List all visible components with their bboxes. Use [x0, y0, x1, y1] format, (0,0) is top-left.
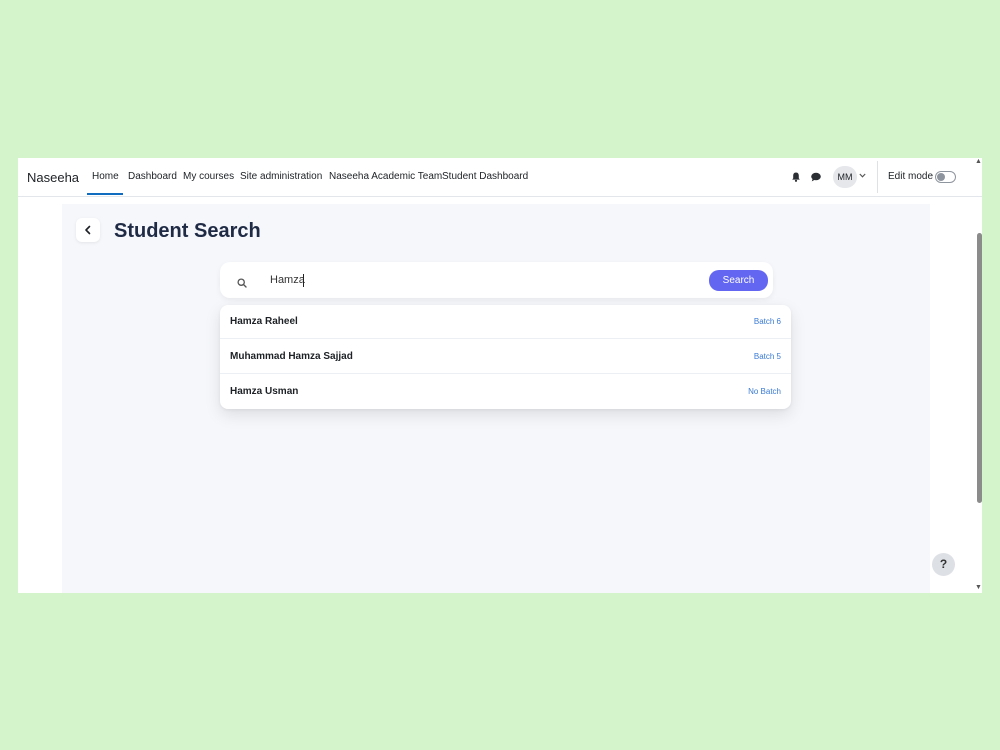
top-navbar: Naseeha Home Dashboard My courses Site a… [18, 158, 982, 197]
scroll-down-arrow-icon[interactable]: ▼ [975, 584, 982, 593]
edit-mode-toggle[interactable] [935, 171, 956, 183]
nav-student-dashboard[interactable]: Student Dashboard [442, 171, 528, 182]
result-batch: Batch 6 [753, 317, 781, 326]
search-button[interactable]: Search [709, 270, 768, 291]
search-results-dropdown: Hamza Raheel Batch 6 Muhammad Hamza Sajj… [220, 305, 791, 409]
toggle-knob [937, 173, 945, 181]
browser-window: Naseeha Home Dashboard My courses Site a… [18, 158, 982, 593]
result-batch: Batch 5 [753, 352, 781, 361]
scrollbar-thumb[interactable] [977, 233, 982, 503]
text-caret [303, 274, 304, 287]
site-brand[interactable]: Naseeha [27, 170, 79, 185]
result-item[interactable]: Hamza Usman No Batch [220, 375, 791, 409]
user-avatar[interactable]: MM [833, 166, 857, 188]
nav-naseeha-academic-team[interactable]: Naseeha Academic Team [329, 171, 442, 182]
search-icon [237, 275, 247, 293]
result-student-name: Hamza Usman [230, 386, 299, 397]
nav-active-indicator [87, 193, 123, 195]
scroll-up-arrow-icon[interactable]: ▲ [975, 158, 982, 168]
result-item[interactable]: Hamza Raheel Batch 6 [220, 305, 791, 339]
nav-dashboard[interactable]: Dashboard [128, 171, 177, 182]
result-batch: No Batch [748, 387, 781, 396]
nav-my-courses[interactable]: My courses [183, 171, 234, 182]
edit-mode-label: Edit mode [888, 171, 934, 182]
result-student-name: Hamza Raheel [230, 316, 298, 327]
nav-divider [877, 161, 878, 193]
chevron-left-icon [85, 225, 91, 235]
bell-icon[interactable] [790, 170, 802, 182]
back-button[interactable] [76, 218, 100, 242]
nav-site-administration[interactable]: Site administration [240, 171, 322, 182]
result-student-name: Muhammad Hamza Sajjad [230, 351, 353, 362]
search-input[interactable] [270, 271, 670, 289]
chat-icon[interactable] [810, 170, 822, 182]
help-button[interactable]: ? [932, 553, 955, 576]
nav-home[interactable]: Home [92, 171, 119, 182]
chevron-down-icon[interactable] [859, 171, 866, 180]
student-search-bar: Search [220, 262, 773, 298]
result-item[interactable]: Muhammad Hamza Sajjad Batch 5 [220, 340, 791, 374]
page-title: Student Search [114, 220, 261, 242]
page-content: Student Search Search Hamza Raheel Batch… [62, 204, 930, 593]
